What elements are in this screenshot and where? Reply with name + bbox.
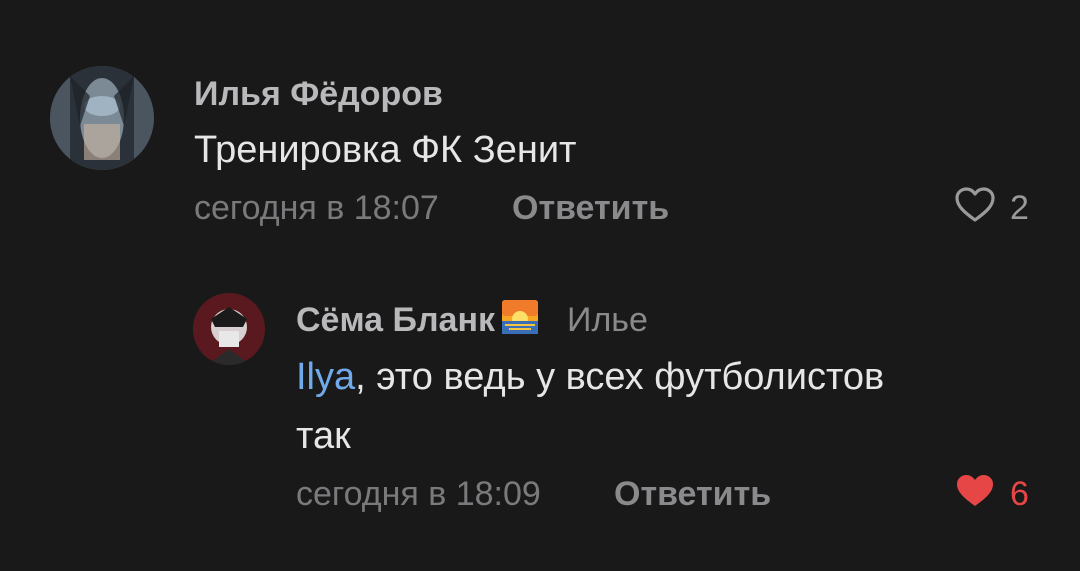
reply-button[interactable]: Ответить xyxy=(614,474,771,514)
comment-author[interactable]: Илья Фёдоров xyxy=(194,74,443,114)
reply-text-line1: Ilya, это ведь у всех футболистов xyxy=(296,351,884,403)
reply-to-label[interactable]: Илье xyxy=(567,301,648,339)
reply-text: , это ведь у всех футболистов xyxy=(355,356,885,398)
mention-link[interactable]: Ilya xyxy=(296,356,355,398)
reply-author-line: Сёма Бланк Илье xyxy=(296,299,648,340)
reply-button[interactable]: Ответить xyxy=(512,188,669,228)
avatar-image xyxy=(50,66,154,170)
heart-outline-icon xyxy=(954,186,996,229)
like-button[interactable]: 2 xyxy=(954,186,1029,229)
comments-thread: Илья Фёдоров Тренировка ФК Зенит сегодня… xyxy=(0,0,1080,571)
avatar[interactable] xyxy=(50,66,154,170)
heart-filled-icon xyxy=(954,472,996,515)
comment: Илья Фёдоров Тренировка ФК Зенит сегодня… xyxy=(0,0,1080,260)
reply-comment: Сёма Бланк Илье Ilya, это ведь у всех фу… xyxy=(0,260,1080,571)
avatar[interactable] xyxy=(193,293,265,365)
comment-text: Тренировка ФК Зенит xyxy=(194,129,577,171)
comment-time: сегодня в 18:07 xyxy=(194,189,439,227)
like-button[interactable]: 6 xyxy=(954,472,1029,515)
like-count: 6 xyxy=(1010,474,1029,513)
reply-time: сегодня в 18:09 xyxy=(296,475,541,513)
reply-author[interactable]: Сёма Бланк xyxy=(296,301,495,339)
like-count: 2 xyxy=(1010,188,1029,227)
reply-text-line2: так xyxy=(296,415,351,457)
avatar-image xyxy=(193,293,265,365)
sunset-emoji-icon xyxy=(501,299,539,335)
